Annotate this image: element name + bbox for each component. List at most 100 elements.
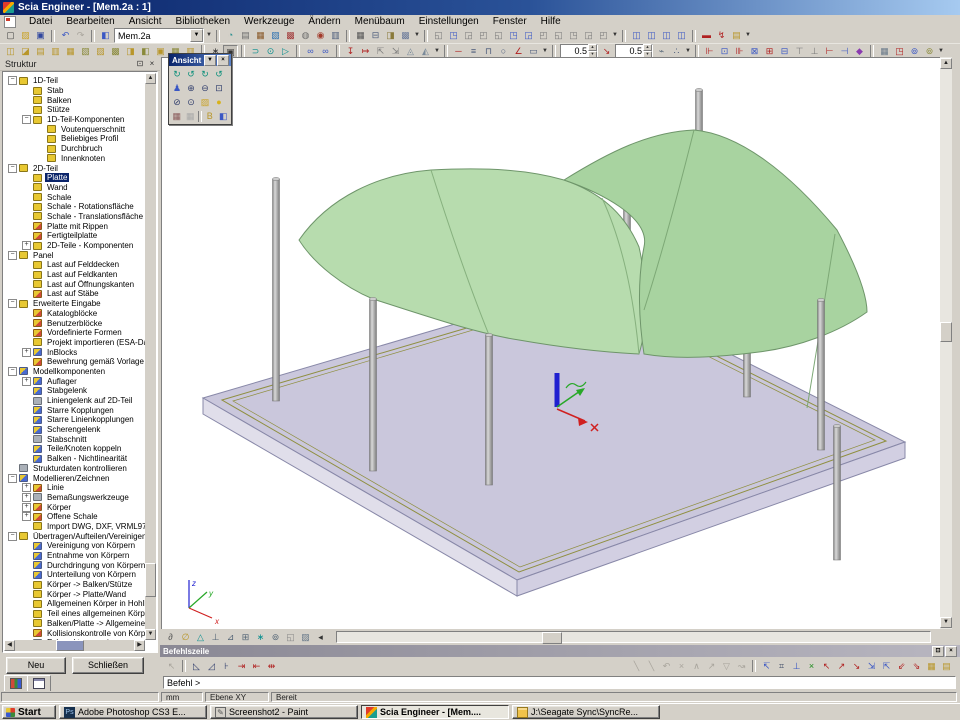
layers-icon[interactable]: ▤ [238,29,253,42]
tree-item-label[interactable]: Unterteilung von Körpern [45,570,138,579]
member-tool-icon[interactable]: ⊣ [837,45,852,58]
tree-item-label[interactable]: Übertragen/Aufteilen/Vereinigen [31,532,145,541]
tree-item-label[interactable]: Teile/Knoten koppeln [45,444,123,453]
member-tool-icon[interactable]: ⊪ [732,45,747,58]
tree-item[interactable]: Körper -> Platte/Wand [4,589,145,599]
tree-item[interactable]: Last auf Öffnungskanten [4,279,145,289]
line-mode-icon[interactable]: ╲ [644,660,659,673]
chart-tool-icon[interactable]: ◪ [18,45,33,58]
tree-item[interactable]: Bewehrung gemäß Vorlage [4,357,145,367]
view-window-icon[interactable]: ◫ [674,29,689,42]
tree-expander[interactable]: − [8,367,17,376]
tree-item-label[interactable]: Katalogblöcke [45,309,99,318]
target-tool-icon[interactable]: ⊚ [907,45,922,58]
tree-item[interactable]: Beliebiges Profil [4,134,145,144]
tree-expander[interactable]: − [8,76,17,85]
tree-item-label[interactable]: Schale [45,193,73,202]
window-arrange-icon[interactable]: ◱ [491,29,506,42]
tree-item[interactable]: −1D-Teil-Komponenten [4,115,145,125]
vector-mode-icon[interactable]: ↗ [704,660,719,673]
viewport-horizontal-scrollbar[interactable] [336,631,931,643]
tree-item[interactable]: Strukturdaten kontrollieren [4,464,145,474]
node-tool-icon[interactable]: ◆ [852,45,867,58]
window-arrange-icon[interactable]: ◳ [446,29,461,42]
tree-item[interactable]: Schale - Rotationsfläche [4,202,145,212]
close-icon[interactable]: × [945,646,957,657]
spinner-arrows[interactable]: ▲▼ [588,44,597,58]
rotate-view-icon[interactable]: ↺ [184,68,198,81]
mirror-tool-icon[interactable]: ◬ [403,45,418,58]
viewport-vertical-scrollbar[interactable]: ▲ ▼ [940,57,952,629]
status-mm[interactable]: mm [161,692,203,702]
tree-item[interactable]: Liniengelenk auf 2D-Teil [4,396,145,406]
view-manager-icon[interactable]: ◧ [216,110,230,123]
tree-expander[interactable]: + [22,348,31,357]
zoom-tool-icon[interactable]: ⊙ [263,45,278,58]
scroll-up-icon[interactable]: ▲ [940,58,952,69]
tree-item-label[interactable]: Bemaßungswerkzeuge [45,493,131,502]
collapse-strip-icon[interactable]: ◂ [313,631,328,644]
taskbar-task[interactable]: J:\Seagate Sync\SyncRe... [512,705,660,719]
chart-tool-icon[interactable]: ▤ [33,45,48,58]
delete-tool-icon[interactable]: ↯ [714,29,729,42]
tree-item-label[interactable]: Last auf Stäbe [45,289,101,298]
tree-item-label[interactable]: Stütze [45,105,72,114]
tree-item-label[interactable]: Modellieren/Zeichnen [31,474,112,483]
member-tool-icon[interactable]: ⊡ [717,45,732,58]
tree-item-label[interactable]: InBlocks [45,348,79,357]
tree-item-label[interactable]: Import DWG, DXF, VRML97 [45,522,145,531]
panel-tab-window[interactable] [27,675,51,692]
zoom-in-icon[interactable]: ⊕ [184,82,198,95]
tree-item[interactable]: Last auf Felddecken [4,260,145,270]
axis-tool-icon[interactable]: ⊦ [219,660,234,673]
tree-item[interactable]: Vereinigung von Körpern [4,541,145,551]
tree-item-label[interactable]: Voutenquerschnitt [59,125,127,134]
regen-view-icon[interactable]: ∗ [253,631,268,644]
tree-item-label[interactable]: Starre Linienkopplungen [45,415,136,424]
taskbar-task[interactable]: Scia Engineer - [Mem.... [361,705,509,719]
tree-item[interactable]: Wand [4,183,145,193]
mdi-document-icon[interactable] [4,16,16,28]
tree-hscroll-thumb[interactable] [56,640,84,651]
tree-item-label[interactable]: 2D-Teil [31,164,60,173]
tree-item-label[interactable]: Durchbruch [59,144,104,153]
tree-item-label[interactable]: Fertigteilplatte [45,231,99,240]
step-tool-icon[interactable]: ↘ [599,45,614,58]
image-export-icon[interactable]: ▩ [398,29,413,42]
print-view-disabled-icon[interactable]: ▦ [184,110,198,123]
tree-item[interactable]: Balken [4,95,145,105]
tools-overflow-chevron[interactable]: ▼ [937,45,945,58]
close-icon[interactable]: × [146,58,158,69]
rotate-view-icon[interactable]: ↻ [198,68,212,81]
scroll-down-icon[interactable]: ▼ [145,629,156,640]
tree-item[interactable]: Allgemeinen Körper in Hohlkörper [4,599,145,609]
tree-item-label[interactable]: Wand [45,183,70,192]
tree-item[interactable]: Platte [4,173,145,183]
tree-expander[interactable]: − [8,299,17,308]
tree-item[interactable]: −Übertragen/Aufteilen/Vereinigen [4,531,145,541]
tree-item-label[interactable]: Linie [45,483,66,492]
tree-item-label[interactable]: 2D-Teile - Komponenten [45,241,135,250]
tree-item-label[interactable]: Schale - Rotationsfläche [45,202,136,211]
tree-item[interactable]: Import DWG, DXF, VRML97 [4,522,145,532]
menu-bibliotheken[interactable]: Bibliotheken [169,16,237,27]
3d-viewport[interactable]: z y x [161,57,940,629]
hide-selection-icon[interactable]: ∅ [178,631,193,644]
pin-icon[interactable]: ⊡ [134,58,146,69]
tree-item-label[interactable]: Modellkomponenten [31,367,107,376]
tree-expander[interactable]: + [22,483,31,492]
tree-item[interactable]: Balken - Nichtlinearität [4,454,145,464]
chevron-down-icon[interactable]: ▼ [204,55,216,66]
window-arrange-icon[interactable]: ◲ [521,29,536,42]
tree-item[interactable]: Teile/Knoten koppeln [4,444,145,454]
align-tool-icon[interactable]: ⇲ [388,45,403,58]
tree-item-label[interactable]: Allgemeinen Körper in Hohlkörper [45,599,145,608]
tree-item[interactable]: Kollisionskontrolle von Körpern [4,628,145,638]
open-icon[interactable]: ▨ [18,29,33,42]
menu-werkzeuge[interactable]: Werkzeuge [237,16,301,27]
snap-midpoint-icon[interactable]: ↗ [834,660,849,673]
scroll-up-icon[interactable]: ▲ [145,73,156,84]
pan-tool-icon[interactable]: ⊃ [248,45,263,58]
window-arrange-icon[interactable]: ◲ [581,29,596,42]
tree-item[interactable]: + InBlocks [4,347,145,357]
